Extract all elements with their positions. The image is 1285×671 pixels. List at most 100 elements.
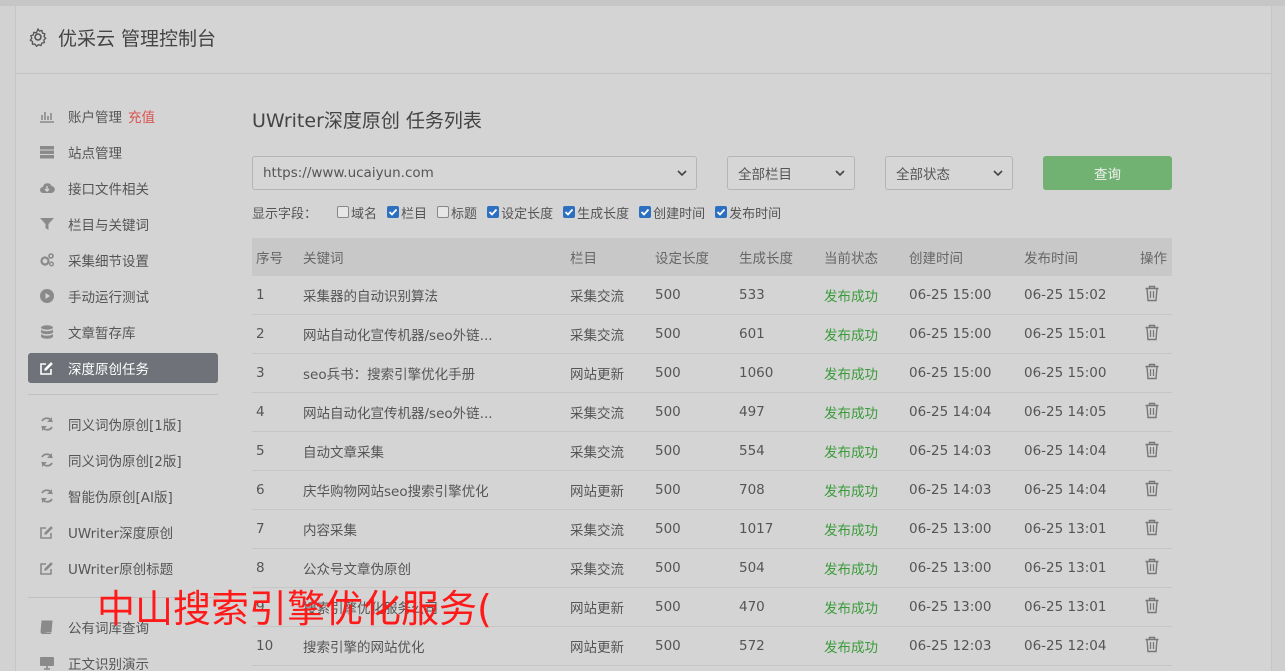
chevron-down-icon bbox=[993, 170, 1003, 177]
sidebar-item-0-5[interactable]: 手动运行测试 bbox=[28, 278, 218, 314]
table-cell: 500 bbox=[655, 443, 681, 459]
actions-cell bbox=[1136, 558, 1172, 579]
sidebar-item-label: 同义词伪原创[2版] bbox=[68, 454, 182, 470]
site-select[interactable]: https://www.ucaiyun.com bbox=[252, 156, 697, 190]
field-checkbox-6[interactable]: 发布时间 bbox=[715, 203, 781, 222]
status-text: 发布成功 bbox=[824, 484, 878, 500]
table-cell: 5 bbox=[256, 443, 265, 459]
checkbox-unchecked-icon[interactable] bbox=[337, 206, 350, 218]
checkbox-checked-icon[interactable] bbox=[487, 206, 500, 218]
sidebar-item-label: 同义词伪原创[1版] bbox=[68, 418, 182, 434]
sidebar-item-0-7[interactable]: 深度原创任务 bbox=[28, 353, 218, 383]
table-cell: 1 bbox=[256, 287, 265, 303]
table-cell: 06-25 13:01 bbox=[1024, 560, 1107, 576]
sidebar-item-0-1[interactable]: 站点管理 bbox=[28, 134, 218, 170]
table-cell: 601 bbox=[739, 326, 765, 342]
sidebar-item-0-2[interactable]: 接口文件相关 bbox=[28, 170, 218, 206]
display-fields: 显示字段： 域名 栏目 标题 设定长度 生成长度 创建时间 发布时间 bbox=[252, 202, 791, 222]
database-icon bbox=[38, 323, 56, 341]
status-select[interactable]: 全部状态 bbox=[885, 156, 1013, 190]
field-checkbox-2[interactable]: 标题 bbox=[437, 203, 477, 222]
filter-bar: https://www.ucaiyun.com 全部栏目 全部状态 查询 bbox=[252, 156, 1172, 190]
sidebar-item-0-4[interactable]: 采集细节设置 bbox=[28, 242, 218, 278]
gears-icon bbox=[38, 251, 56, 269]
field-checkbox-3[interactable]: 设定长度 bbox=[487, 203, 553, 222]
status-text: 发布成功 bbox=[824, 289, 878, 305]
status-text: 发布成功 bbox=[824, 640, 878, 656]
table-row: 4 网站自动化宣传机器/seo外链... 采集交流 500 497 发布成功 06-25 1… bbox=[252, 393, 1172, 432]
table-cell: seo兵书：搜索引擎优化手册 bbox=[303, 367, 476, 383]
sidebar-item-0-0[interactable]: 账户管理 充值 bbox=[28, 98, 218, 134]
gear-icon[interactable] bbox=[28, 27, 48, 47]
table-cell: 庆华购物网站seo搜索引擎优化 bbox=[303, 484, 489, 500]
table-cell: 500 bbox=[655, 326, 681, 342]
book-icon bbox=[38, 618, 56, 636]
sidebar-item-2-1[interactable]: 正文识别演示 bbox=[28, 645, 218, 671]
trash-icon[interactable] bbox=[1144, 285, 1160, 302]
sidebar-item-1-1[interactable]: 同义词伪原创[2版] bbox=[28, 442, 218, 478]
sidebar-item-label: 深度原创任务 bbox=[68, 362, 149, 378]
table-cell: 网站自动化宣传机器/seo外链... bbox=[303, 328, 493, 344]
refresh-icon bbox=[38, 451, 56, 469]
table-cell: 06-25 13:01 bbox=[1024, 599, 1107, 615]
field-checkbox-1[interactable]: 栏目 bbox=[387, 203, 427, 222]
column-header: 当前状态 bbox=[824, 251, 878, 267]
actions-cell bbox=[1136, 597, 1172, 618]
checkbox-checked-icon[interactable] bbox=[715, 206, 728, 218]
sidebar-item-1-0[interactable]: 同义词伪原创[1版] bbox=[28, 406, 218, 442]
trash-icon[interactable] bbox=[1144, 402, 1160, 419]
field-checkbox-4[interactable]: 生成长度 bbox=[563, 203, 629, 222]
sidebar-item-label: UWriter深度原创 bbox=[68, 526, 174, 542]
table-cell: 06-25 15:00 bbox=[909, 365, 992, 381]
checkbox-unchecked-icon[interactable] bbox=[437, 206, 450, 218]
table-cell: 572 bbox=[739, 638, 765, 654]
table-cell: 06-25 15:02 bbox=[1024, 287, 1107, 303]
table-row: 5 自动文章采集 采集交流 500 554 发布成功 06-25 14:03 06-25 14… bbox=[252, 432, 1172, 471]
table-cell: 06-25 14:03 bbox=[909, 482, 992, 498]
trash-icon[interactable] bbox=[1144, 597, 1160, 614]
monitor-icon bbox=[38, 654, 56, 671]
table-cell: 1017 bbox=[739, 521, 774, 537]
sidebar-item-1-3[interactable]: UWriter深度原创 bbox=[28, 514, 218, 550]
actions-cell bbox=[1136, 363, 1172, 384]
table-cell: 1060 bbox=[739, 365, 774, 381]
actions-cell bbox=[1136, 441, 1172, 462]
sidebar-item-label: UWriter原创标题 bbox=[68, 562, 174, 578]
table-cell: 06-25 12:03 bbox=[909, 638, 992, 654]
field-checkbox-5[interactable]: 创建时间 bbox=[639, 203, 705, 222]
sidebar-divider bbox=[28, 394, 218, 395]
edit-icon bbox=[38, 523, 56, 541]
table-cell: 2 bbox=[256, 326, 265, 342]
query-button[interactable]: 查询 bbox=[1043, 156, 1172, 190]
trash-icon[interactable] bbox=[1144, 441, 1160, 458]
checkbox-checked-icon[interactable] bbox=[639, 206, 652, 218]
sidebar-item-0-3[interactable]: 栏目与关键词 bbox=[28, 206, 218, 242]
table-cell: 500 bbox=[655, 482, 681, 498]
actions-cell bbox=[1136, 402, 1172, 423]
table-row: 3 seo兵书：搜索引擎优化手册 网站更新 500 1060 发布成功 06-25 15:0… bbox=[252, 354, 1172, 393]
checkbox-checked-icon[interactable] bbox=[563, 206, 576, 218]
page-scrollbar[interactable] bbox=[1272, 6, 1285, 671]
table-cell: 06-25 15:01 bbox=[1024, 326, 1107, 342]
main-content: UWriter深度原创 任务列表 https://www.ucaiyun.com… bbox=[252, 106, 1172, 666]
table-cell: 3 bbox=[256, 365, 265, 381]
trash-icon[interactable] bbox=[1144, 480, 1160, 497]
recharge-link[interactable]: 充值 bbox=[128, 106, 155, 126]
header: 优采云 管理控制台 bbox=[16, 6, 1271, 74]
field-checkbox-label: 设定长度 bbox=[501, 206, 554, 222]
table-cell: 采集交流 bbox=[570, 406, 624, 422]
trash-icon[interactable] bbox=[1144, 519, 1160, 536]
trash-icon[interactable] bbox=[1144, 324, 1160, 341]
table-row: 6 庆华购物网站seo搜索引擎优化 网站更新 500 708 发布成功 06-25 14:0… bbox=[252, 471, 1172, 510]
status-text: 发布成功 bbox=[824, 406, 878, 422]
sidebar-item-1-2[interactable]: 智能伪原创[AI版] bbox=[28, 478, 218, 514]
checkbox-checked-icon[interactable] bbox=[387, 206, 400, 218]
column-select[interactable]: 全部栏目 bbox=[727, 156, 855, 190]
field-checkbox-0[interactable]: 域名 bbox=[337, 203, 377, 222]
trash-icon[interactable] bbox=[1144, 636, 1160, 653]
page-title: UWriter深度原创 任务列表 bbox=[252, 110, 482, 132]
table-cell: 06-25 12:04 bbox=[1024, 638, 1107, 654]
trash-icon[interactable] bbox=[1144, 558, 1160, 575]
trash-icon[interactable] bbox=[1144, 363, 1160, 380]
sidebar-item-0-6[interactable]: 文章暂存库 bbox=[28, 314, 218, 350]
